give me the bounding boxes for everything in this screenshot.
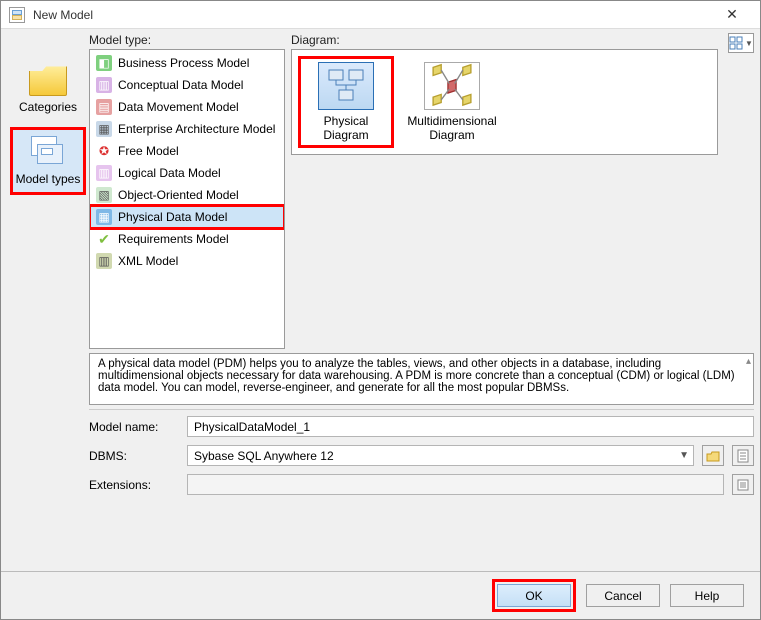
ldm-icon: ▥: [96, 165, 112, 181]
cdm-icon: ▥: [96, 77, 112, 93]
extensions-label: Extensions:: [89, 478, 179, 492]
left-category-pane: Categories Model types: [7, 33, 89, 571]
model-types-nav-item[interactable]: Model types: [12, 129, 84, 193]
model-types-label: Model types: [16, 172, 81, 186]
multidimensional-diagram-label: Multidimensional Diagram: [407, 114, 496, 142]
categories-label: Categories: [19, 100, 77, 114]
dbms-select[interactable]: Sybase SQL Anywhere 12 ▼: [187, 445, 694, 466]
diagram-heading: Diagram:: [291, 33, 718, 47]
scroll-up-icon[interactable]: ▴: [746, 356, 751, 367]
model-type-item[interactable]: ✔Requirements Model: [90, 228, 284, 250]
cancel-button[interactable]: Cancel: [586, 584, 660, 607]
model-type-item[interactable]: ▤Data Movement Model: [90, 96, 284, 118]
titlebar: New Model ✕: [1, 1, 760, 29]
description-box: A physical data model (PDM) helps you to…: [89, 353, 754, 405]
dbms-browse-button[interactable]: [702, 445, 724, 466]
model-type-item[interactable]: ▥XML Model: [90, 250, 284, 272]
categories-nav-item[interactable]: Categories: [12, 57, 84, 121]
view-mode-button[interactable]: ▼: [728, 33, 754, 53]
chevron-down-icon: ▼: [679, 450, 689, 461]
oom-icon: ▧: [96, 187, 112, 203]
physical-diagram-label: Physical Diagram: [304, 114, 388, 142]
model-type-item[interactable]: ▦Enterprise Architecture Model: [90, 118, 284, 140]
dialog-footer: OK Cancel Help: [1, 571, 760, 619]
description-text: A physical data model (PDM) helps you to…: [98, 358, 735, 394]
model-type-item[interactable]: ▧Object-Oriented Model: [90, 184, 284, 206]
physical-diagram-item[interactable]: Physical Diagram: [300, 58, 392, 146]
model-type-list[interactable]: ◧Business Process Model ▥Conceptual Data…: [89, 49, 285, 349]
pdm-icon: ▦: [96, 209, 112, 225]
dbms-label: DBMS:: [89, 449, 179, 463]
help-button[interactable]: Help: [670, 584, 744, 607]
bpm-icon: ◧: [96, 55, 112, 71]
free-icon: ✪: [96, 143, 112, 159]
app-icon: [9, 7, 25, 23]
multidimensional-diagram-icon: [424, 62, 480, 110]
eam-icon: ▦: [96, 121, 112, 137]
xml-icon: ▥: [96, 253, 112, 269]
physical-diagram-icon: [318, 62, 374, 110]
diagram-list[interactable]: Physical Diagram: [291, 49, 718, 155]
extensions-add-button[interactable]: [732, 474, 754, 495]
dbms-value: Sybase SQL Anywhere 12: [194, 449, 334, 463]
model-type-item[interactable]: ▥Conceptual Data Model: [90, 74, 284, 96]
model-name-input[interactable]: [187, 416, 754, 437]
model-type-heading: Model type:: [89, 33, 285, 47]
folder-icon: [29, 64, 67, 96]
extensions-input[interactable]: [187, 474, 724, 495]
model-type-item[interactable]: ◧Business Process Model: [90, 52, 284, 74]
chevron-down-icon: ▼: [745, 39, 753, 48]
model-type-item[interactable]: ▥Logical Data Model: [90, 162, 284, 184]
multidimensional-diagram-item[interactable]: Multidimensional Diagram: [406, 58, 498, 146]
ok-button[interactable]: OK: [497, 584, 571, 607]
req-icon: ✔: [96, 231, 112, 247]
dmm-icon: ▤: [96, 99, 112, 115]
stack-icon: [29, 136, 67, 168]
dbms-properties-button[interactable]: [732, 445, 754, 466]
model-type-item-selected[interactable]: ▦Physical Data Model: [90, 206, 284, 228]
close-button[interactable]: ✕: [712, 4, 752, 26]
model-name-label: Model name:: [89, 420, 179, 434]
model-type-item[interactable]: ✪Free Model: [90, 140, 284, 162]
window-title: New Model: [33, 8, 712, 22]
